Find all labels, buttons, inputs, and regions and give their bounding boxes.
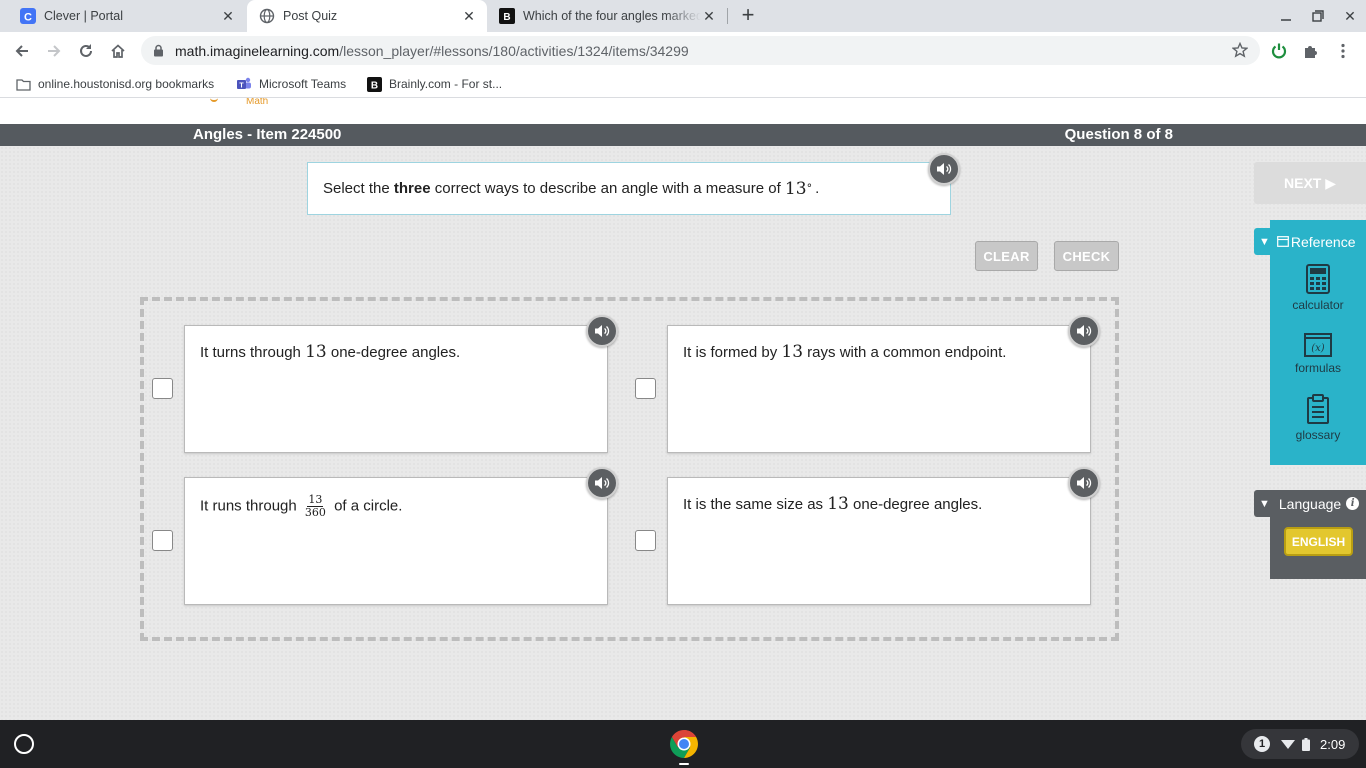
- prompt-audio-speaker-icon[interactable]: [928, 153, 960, 185]
- restore-icon[interactable]: [1308, 6, 1328, 26]
- power-extension-icon[interactable]: [1270, 42, 1288, 60]
- tab-title: Post Quiz: [283, 9, 338, 23]
- svg-text:C: C: [24, 12, 32, 24]
- wifi-icon: [1281, 738, 1295, 750]
- clear-button[interactable]: CLEAR: [975, 241, 1038, 271]
- brainly-icon: B: [366, 76, 382, 92]
- svg-text:B: B: [370, 80, 377, 91]
- new-tab-button[interactable]: +: [737, 4, 759, 27]
- question-prompt: Select the three correct ways to describ…: [307, 162, 951, 215]
- bookmark-houstonisd[interactable]: online.houstonisd.org bookmarks: [15, 76, 214, 92]
- svg-text:(x): (x): [1311, 343, 1325, 354]
- tab-title: Clever | Portal: [44, 9, 123, 23]
- logo-text: Math: [246, 98, 269, 107]
- lesson-player-page: Math Angles - Item 224500 Question 8 of …: [0, 98, 1366, 720]
- status-tray[interactable]: 1 2:09: [1241, 729, 1359, 759]
- site-header-strip: Math: [0, 98, 1366, 124]
- option-1-card[interactable]: It turns through 13 one-degree angles.: [184, 325, 608, 453]
- tab-close-icon[interactable]: ✕: [701, 8, 717, 24]
- calculator-icon: [1270, 264, 1366, 294]
- tab-separator: [727, 8, 728, 24]
- chrome-app-icon[interactable]: [668, 728, 700, 760]
- bookmarks-bar: online.houstonisd.org bookmarks T Micros…: [0, 70, 1366, 98]
- bookmark-brainly[interactable]: B Brainly.com - For st...: [366, 76, 502, 92]
- activity-title: Angles - Item 224500: [193, 126, 342, 143]
- clock-time: 2:09: [1320, 736, 1346, 752]
- tab-title: Which of the four angles marked: [523, 9, 701, 23]
- tab-post-quiz[interactable]: Post Quiz ✕: [247, 0, 487, 32]
- bookmark-star-icon[interactable]: [1231, 41, 1249, 63]
- calculator-button[interactable]: calculator: [1270, 264, 1366, 312]
- clever-favicon-icon: C: [20, 8, 36, 24]
- tab-brainly[interactable]: B Which of the four angles marked ✕: [487, 0, 727, 32]
- svg-text:T: T: [239, 83, 244, 90]
- puzzle-extensions-icon[interactable]: [1302, 42, 1320, 60]
- glossary-button[interactable]: glossary: [1270, 394, 1366, 442]
- globe-icon: [259, 8, 275, 24]
- formulas-button[interactable]: (x) formulas: [1270, 333, 1366, 375]
- teams-icon: T: [236, 76, 252, 92]
- launcher-icon[interactable]: [14, 734, 34, 754]
- minimize-icon[interactable]: [1276, 6, 1296, 26]
- next-button[interactable]: NEXT ▶: [1254, 162, 1366, 204]
- info-icon[interactable]: i: [1346, 497, 1360, 510]
- address-bar[interactable]: math.imaginelearning.com/lesson_player/#…: [141, 36, 1260, 65]
- forward-arrow-icon[interactable]: [43, 40, 65, 62]
- option-3-checkbox[interactable]: [152, 530, 173, 551]
- glossary-icon: [1270, 394, 1366, 424]
- option-2-card[interactable]: It is formed by 13 rays with a common en…: [667, 325, 1091, 453]
- url-text: math.imaginelearning.com/lesson_player/#…: [175, 42, 689, 59]
- svg-text:B: B: [503, 12, 510, 23]
- language-toggle[interactable]: ▼ Language i: [1254, 490, 1366, 517]
- fraction: 13 360: [304, 493, 326, 519]
- triangle-down-icon: ▼: [1259, 497, 1270, 510]
- bookmark-microsoft-teams[interactable]: T Microsoft Teams: [236, 76, 346, 92]
- option-1-speaker-icon[interactable]: [586, 315, 618, 347]
- home-icon[interactable]: [107, 40, 129, 62]
- option-2-speaker-icon[interactable]: [1068, 315, 1100, 347]
- reload-icon[interactable]: [75, 40, 97, 62]
- language-title: Language: [1278, 495, 1342, 512]
- close-window-icon[interactable]: ✕: [1340, 6, 1360, 26]
- more-menu-icon[interactable]: [1334, 42, 1352, 60]
- battery-icon: [1302, 737, 1310, 751]
- option-1-checkbox[interactable]: [152, 378, 173, 399]
- triangle-down-icon: ▼: [1259, 235, 1270, 248]
- option-4-speaker-icon[interactable]: [1068, 467, 1100, 499]
- tab-strip: C Clever | Portal ✕ Post Quiz ✕ B Which …: [0, 0, 1366, 32]
- folder-icon: [15, 76, 31, 92]
- back-arrow-icon[interactable]: [11, 40, 33, 62]
- browser-toolbar: math.imaginelearning.com/lesson_player/#…: [0, 32, 1366, 70]
- logo-swoosh-icon: [210, 98, 218, 102]
- tab-clever[interactable]: C Clever | Portal ✕: [8, 0, 246, 32]
- activity-title-bar: Angles - Item 224500 Question 8 of 8: [0, 124, 1366, 146]
- option-3-speaker-icon[interactable]: [586, 467, 618, 499]
- notification-badge: 1: [1254, 736, 1270, 752]
- question-counter: Question 8 of 8: [1064, 126, 1173, 143]
- tab-close-icon[interactable]: ✕: [461, 8, 477, 24]
- running-indicator: [679, 763, 689, 765]
- reference-title: Reference: [1290, 233, 1356, 250]
- formulas-icon: (x): [1270, 333, 1366, 357]
- brainly-favicon-icon: B: [499, 8, 515, 24]
- reference-window-icon: [1276, 234, 1289, 250]
- check-button[interactable]: CHECK: [1054, 241, 1119, 271]
- os-shelf: 1 2:09: [0, 720, 1366, 768]
- option-3-card[interactable]: It runs through 13 360 of a circle.: [184, 477, 608, 605]
- reference-toggle[interactable]: ▼ Reference: [1254, 228, 1366, 255]
- lock-icon: [153, 44, 167, 57]
- option-2-checkbox[interactable]: [635, 378, 656, 399]
- tab-close-icon[interactable]: ✕: [220, 8, 236, 24]
- english-language-button[interactable]: ENGLISH: [1284, 527, 1353, 556]
- option-4-checkbox[interactable]: [635, 530, 656, 551]
- option-4-card[interactable]: It is the same size as 13 one-degree ang…: [667, 477, 1091, 605]
